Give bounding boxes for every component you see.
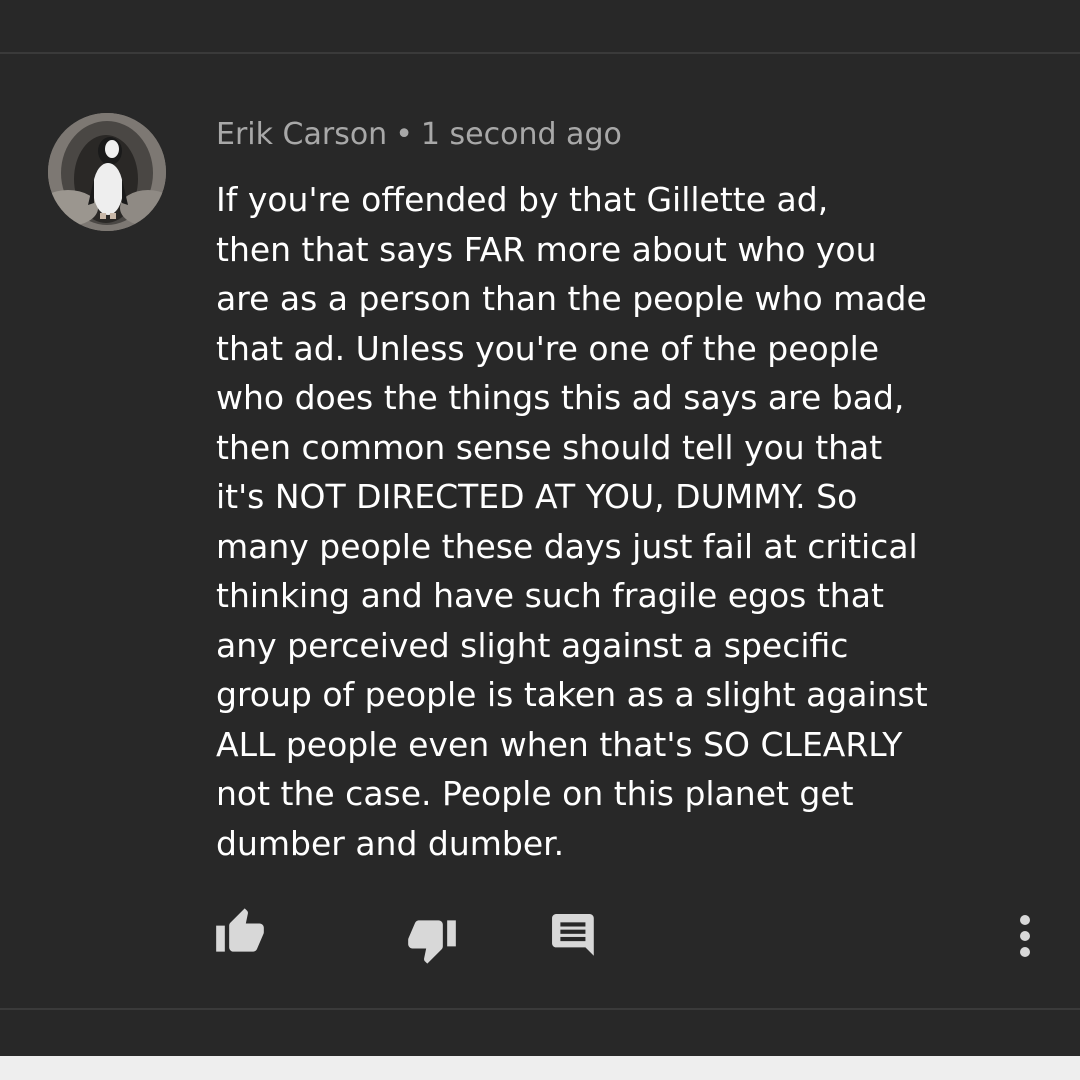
more-options-button[interactable] (1008, 912, 1042, 964)
comment-line: thinking and have such fragile egos that (216, 576, 884, 615)
like-button[interactable] (214, 906, 266, 954)
author-name[interactable]: Erik Carson (216, 117, 387, 152)
thumbs-down-icon (408, 920, 456, 964)
comment-line: many people these days just fail at crit… (216, 526, 918, 566)
comment-line: that ad. Unless you're one of the people (216, 328, 880, 368)
more-vert-icon (1020, 915, 1030, 957)
comment-meta: Erik Carson • 1 second ago (216, 113, 622, 157)
avatar[interactable] (48, 113, 166, 231)
comment-body: If you're offended by that Gillette ad, … (216, 175, 1056, 868)
comment-line: group of people is taken as a slight aga… (216, 675, 928, 714)
comment-line: who does the things this ad says are bad… (216, 378, 905, 417)
comment-line: ALL people even when that's SO CLEARLY (216, 724, 903, 764)
comment-line: it's NOT DIRECTED AT YOU, DUMMY. So (216, 477, 858, 516)
comment-line: If you're offended by that Gillette ad, (216, 180, 829, 219)
comment-line: then common sense should tell you that (216, 427, 883, 467)
reply-button[interactable] (552, 914, 598, 962)
divider (0, 1008, 1080, 1010)
penguin-avatar-icon (48, 113, 166, 231)
comment-line: dumber and dumber. (216, 823, 565, 863)
meta-separator: • (395, 117, 413, 152)
comment-icon (552, 914, 594, 956)
comment-timestamp: 1 second ago (420, 117, 622, 152)
dislike-button[interactable] (406, 918, 458, 966)
top-bar (0, 0, 1080, 54)
bottom-strip (0, 1056, 1080, 1080)
comment-line: not the case. People on this planet get (216, 774, 854, 813)
thumbs-up-icon (216, 908, 264, 952)
comment-line: then that says FAR more about who you (216, 229, 877, 269)
comment-line: any perceived slight against a specific (216, 625, 849, 665)
comment-line: are as a person than the people who made (216, 279, 927, 318)
